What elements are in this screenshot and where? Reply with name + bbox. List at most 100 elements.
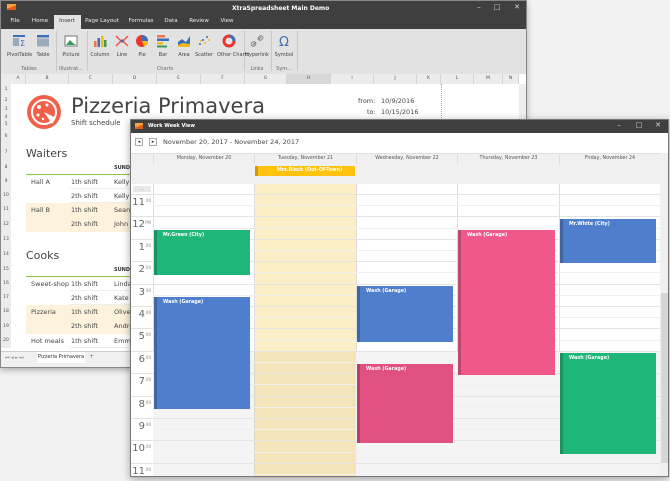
- cell-shift[interactable]: 1th shift: [71, 280, 98, 288]
- row-header-9[interactable]: 9: [1, 175, 11, 189]
- sheet-nav-buttons[interactable]: ⏮ ◂ ▸ ⏭: [5, 355, 24, 361]
- ribbon-hyperlink-button[interactable]: Hyperlink: [245, 33, 269, 58]
- row-header-1[interactable]: 1: [1, 84, 11, 96]
- close-button[interactable]: ✕: [652, 121, 664, 129]
- appointment[interactable]: Wash (Garage): [357, 364, 453, 443]
- row-header-15[interactable]: 15: [1, 263, 11, 277]
- row-header-4[interactable]: 4: [1, 114, 11, 121]
- cell-shift[interactable]: 1th shift: [71, 178, 98, 186]
- row-header-18[interactable]: 18: [1, 305, 11, 319]
- tab-formulas[interactable]: Formulas: [128, 18, 153, 24]
- column-header-D[interactable]: D: [113, 74, 157, 84]
- row-header-16[interactable]: 16: [1, 277, 11, 291]
- row-header-8[interactable]: 8: [1, 161, 11, 175]
- cell-place[interactable]: Hall B: [31, 206, 50, 214]
- column-header-K[interactable]: K: [417, 74, 441, 84]
- more-button[interactable]: ...: [133, 186, 151, 192]
- cell-shift[interactable]: 2th shift: [71, 192, 98, 200]
- row-header-10[interactable]: 10: [1, 189, 11, 203]
- column-header-I[interactable]: I: [331, 74, 374, 84]
- row-header-14[interactable]: 14: [1, 247, 11, 263]
- add-sheet-button[interactable]: +: [89, 353, 94, 360]
- row-header-7[interactable]: 7: [1, 145, 11, 161]
- column-header-J[interactable]: J: [374, 74, 417, 84]
- maximize-button[interactable]: □: [633, 121, 645, 129]
- row-header-5[interactable]: 5: [1, 121, 11, 129]
- tab-data[interactable]: Data: [164, 18, 177, 24]
- cell-shift[interactable]: 2th shift: [71, 220, 98, 228]
- cell-name[interactable]: Emm: [114, 337, 131, 345]
- minimize-button[interactable]: –: [473, 3, 485, 11]
- cell-name[interactable]: Olive: [114, 308, 131, 316]
- day-header[interactable]: Wednesday, November 22: [356, 153, 457, 164]
- ribbon-pivottable-button[interactable]: Σ PivotTable: [7, 33, 32, 58]
- cell-shift[interactable]: 1th shift: [71, 308, 98, 316]
- column-header-F[interactable]: F: [201, 74, 245, 84]
- cell-place[interactable]: Sweet-shop: [31, 280, 69, 288]
- cell-name[interactable]: John: [114, 220, 128, 228]
- appointment[interactable]: Wash (Garage): [154, 297, 250, 410]
- tab-home[interactable]: Home: [32, 18, 48, 24]
- column-header-M[interactable]: M: [474, 74, 503, 84]
- column-header-N[interactable]: N: [503, 74, 519, 84]
- prev-button[interactable]: ◂: [135, 138, 143, 146]
- close-button[interactable]: ✕: [511, 3, 523, 11]
- sheet-tab-pizzeria[interactable]: Pizzeria Primavera: [37, 352, 85, 363]
- cell-place[interactable]: Pizzeria: [31, 308, 56, 316]
- cell-shift[interactable]: 1th shift: [71, 337, 98, 345]
- column-header-C[interactable]: C: [69, 74, 113, 84]
- appointment[interactable]: Wash (Garage): [357, 285, 453, 342]
- row-header-2[interactable]: 2: [1, 96, 11, 105]
- row-header-17[interactable]: 17: [1, 291, 11, 305]
- row-header-19[interactable]: 19: [1, 319, 11, 334]
- day-header[interactable]: Tuesday, November 21: [254, 153, 356, 164]
- column-header-G[interactable]: G: [245, 74, 287, 84]
- cell-place[interactable]: Hot meals: [31, 337, 64, 345]
- cell-name[interactable]: Linda: [114, 280, 132, 288]
- row-header-13[interactable]: 13: [1, 232, 11, 247]
- select-all-corner[interactable]: [1, 74, 11, 84]
- row-header-12[interactable]: 12: [1, 217, 11, 232]
- tab-insert[interactable]: Insert: [59, 18, 75, 24]
- ribbon-table-button[interactable]: Table: [31, 33, 55, 58]
- column-header-A[interactable]: A: [11, 74, 26, 84]
- row-header-11[interactable]: 11: [1, 203, 11, 217]
- tab-review[interactable]: Review: [189, 18, 209, 24]
- column-header-H[interactable]: H: [287, 74, 331, 84]
- cell-shift[interactable]: 1th shift: [71, 206, 98, 214]
- cell-name[interactable]: Sean: [114, 206, 130, 214]
- appointment[interactable]: Wash (Garage): [560, 353, 656, 454]
- column-header-B[interactable]: B: [26, 74, 69, 84]
- cell-name[interactable]: Kate: [114, 294, 129, 302]
- cell-name[interactable]: Kelly: [114, 178, 129, 186]
- minimize-button[interactable]: –: [613, 121, 625, 129]
- appointment[interactable]: Wash (Garage): [458, 229, 555, 376]
- row-header-3[interactable]: 3: [1, 105, 11, 114]
- appointment[interactable]: Mr.White (City): [560, 218, 656, 264]
- ribbon-picture-button[interactable]: Picture: [59, 33, 83, 58]
- column-header-E[interactable]: E: [157, 74, 201, 84]
- day-header[interactable]: Friday, November 24: [559, 153, 660, 164]
- cell-shift[interactable]: 2th shift: [71, 294, 98, 302]
- ribbon-column-button[interactable]: Column: [88, 33, 112, 58]
- column-header-L[interactable]: L: [441, 74, 474, 84]
- cell-name[interactable]: Kelly: [114, 192, 129, 200]
- tab-view[interactable]: View: [220, 18, 233, 24]
- cell-place[interactable]: Hall A: [31, 178, 50, 186]
- ribbon-other-charts-button[interactable]: Other Charts: [217, 33, 249, 58]
- day-header[interactable]: Thursday, November 23: [457, 153, 559, 164]
- cell-shift[interactable]: 2th shift: [71, 322, 98, 330]
- tab-page-layout[interactable]: Page Layout: [85, 18, 119, 24]
- maximize-button[interactable]: □: [491, 3, 503, 11]
- ribbon-scatter-button[interactable]: Scatter: [192, 33, 216, 58]
- ribbon-symbol-button[interactable]: Ω Symbol: [272, 33, 296, 58]
- all-day-appointment[interactable]: Mrs.Black (Out-Of-Town): [255, 166, 355, 176]
- row-header-6[interactable]: 6: [1, 129, 11, 145]
- scheduler-scrollbar[interactable]: [660, 153, 668, 476]
- tab-file[interactable]: File: [10, 18, 19, 24]
- next-button[interactable]: ▸: [149, 138, 157, 146]
- scrollbar-thumb[interactable]: [661, 293, 668, 463]
- day-header[interactable]: Monday, November 20: [153, 153, 254, 164]
- appointment[interactable]: Mr.Green (City): [154, 229, 250, 275]
- row-header-20[interactable]: 20: [1, 334, 11, 348]
